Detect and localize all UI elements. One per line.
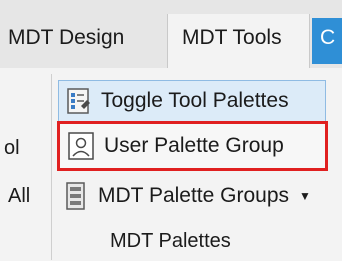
user-palette-group-button[interactable]: User Palette Group (57, 121, 328, 171)
user-palette-group-label: User Palette Group (104, 134, 284, 157)
mdt-palette-groups-label: MDT Palette Groups (98, 184, 290, 207)
tab-next-label: C (320, 26, 336, 49)
toggle-tool-palettes-label: Toggle Tool Palettes (101, 89, 289, 112)
palette-group-icon (66, 182, 88, 210)
previous-panel-fragment-top[interactable]: ol (4, 136, 20, 160)
mdt-palette-groups-dropdown[interactable]: MDT Palette Groups ▼ (58, 176, 342, 216)
caret-down-icon[interactable]: ▼ (299, 190, 311, 202)
user-palette-icon (68, 132, 94, 160)
panel-title: MDT Palettes (110, 230, 231, 252)
ribbon-tab-strip: MDT Design MDT Tools C (0, 0, 342, 70)
panel-separator (51, 74, 52, 260)
tab-next[interactable]: C (312, 18, 342, 64)
tab-mdt-tools-label: MDT Tools (182, 26, 282, 49)
toggle-tool-palettes-button[interactable]: Toggle Tool Palettes (58, 80, 326, 122)
tool-palette-icon (67, 88, 91, 114)
tab-mdt-design[interactable]: MDT Design (8, 24, 124, 52)
tab-mdt-tools[interactable]: MDT Tools (167, 14, 310, 70)
previous-panel-fragment-bottom[interactable]: All (8, 184, 30, 208)
